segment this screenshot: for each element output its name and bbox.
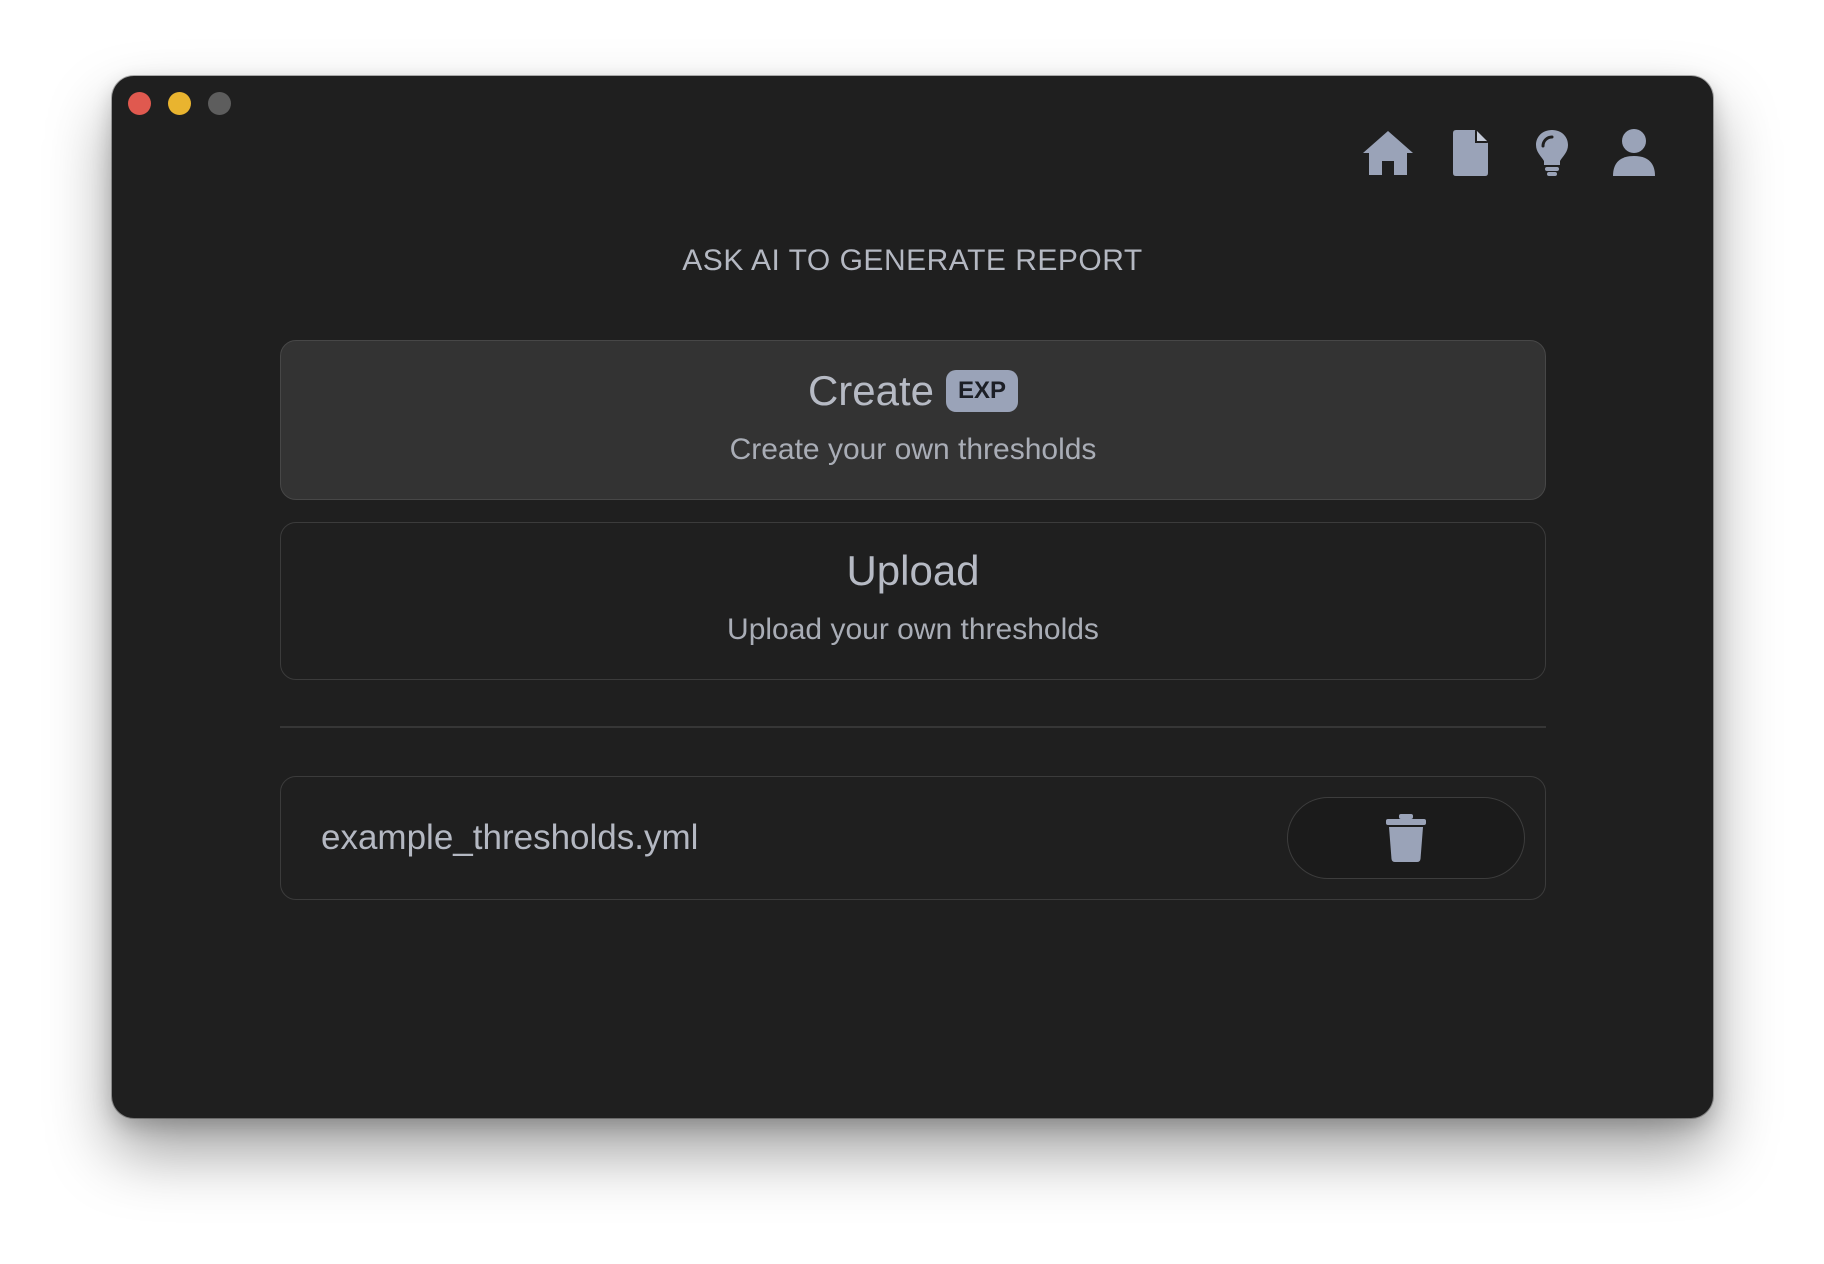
maximize-window-button[interactable] <box>208 92 231 115</box>
page-title: ASK AI TO GENERATE REPORT <box>682 244 1143 277</box>
file-list-item: example_thresholds.yml <box>280 776 1546 900</box>
upload-option-title: Upload <box>846 547 980 594</box>
create-option-title: Create <box>807 367 935 414</box>
window-controls <box>128 92 231 115</box>
profile-button[interactable] <box>1607 126 1661 180</box>
upload-option-card[interactable]: Upload Upload your own thresholds <box>280 522 1546 680</box>
section-divider <box>280 726 1546 728</box>
document-icon <box>1453 130 1488 176</box>
create-option-card[interactable]: Create EXP Create your own thresholds <box>280 340 1546 500</box>
close-window-button[interactable] <box>128 92 151 115</box>
upload-option-subtitle: Upload your own thresholds <box>727 613 1099 646</box>
lightbulb-icon <box>1536 130 1568 176</box>
home-button[interactable] <box>1361 126 1415 180</box>
minimize-window-button[interactable] <box>168 92 191 115</box>
documents-button[interactable] <box>1443 126 1497 180</box>
home-icon <box>1363 131 1413 175</box>
ideas-button[interactable] <box>1525 126 1579 180</box>
app-window: ASK AI TO GENERATE REPORT Create EXP Cre… <box>112 76 1713 1118</box>
file-name: example_thresholds.yml <box>321 818 699 857</box>
delete-file-button[interactable] <box>1287 797 1525 879</box>
top-nav <box>1361 126 1661 180</box>
user-icon <box>1613 129 1655 176</box>
experimental-badge: EXP <box>946 370 1019 412</box>
trash-icon <box>1386 814 1426 862</box>
upload-option-title-row: Upload <box>846 547 979 595</box>
create-option-subtitle: Create your own thresholds <box>729 433 1097 466</box>
create-option-title-row: Create EXP <box>807 367 1019 415</box>
